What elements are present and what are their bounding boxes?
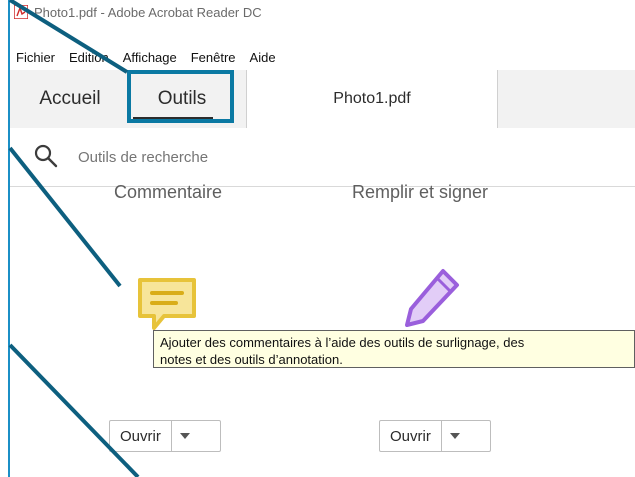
menu-item-fichier[interactable]: Fichier bbox=[16, 50, 55, 65]
tab-document[interactable]: Photo1.pdf bbox=[246, 70, 498, 128]
acrobat-window: Photo1.pdf - Adobe Acrobat Reader DC Fic… bbox=[0, 0, 635, 477]
menu-bar: Fichier Edition Affichage Fenêtre Aide bbox=[10, 44, 635, 70]
chevron-down-icon[interactable] bbox=[440, 421, 468, 451]
menu-item-aide[interactable]: Aide bbox=[250, 50, 276, 65]
comment-tooltip: Ajouter des commentaires à l’aide des ou… bbox=[153, 330, 635, 368]
open-button-label[interactable]: Ouvrir bbox=[110, 421, 171, 451]
chevron-down-icon[interactable] bbox=[170, 421, 198, 451]
acrobat-app-icon bbox=[14, 5, 28, 19]
search-icon bbox=[34, 144, 58, 168]
tab-accueil[interactable]: Accueil bbox=[20, 70, 120, 128]
title-bar: Photo1.pdf - Adobe Acrobat Reader DC bbox=[10, 0, 635, 24]
tool-commentaire-label: Commentaire bbox=[113, 182, 223, 202]
commentaire-open-button[interactable]: Ouvrir bbox=[109, 420, 221, 452]
search-tools-input[interactable] bbox=[76, 144, 600, 170]
fill-sign-pen-icon[interactable] bbox=[395, 265, 470, 335]
menu-item-edition[interactable]: Edition bbox=[69, 50, 109, 65]
outils-tab-highlight-box bbox=[127, 70, 234, 123]
tool-remplir-signer-label: Remplir et signer bbox=[351, 182, 489, 202]
search-bar bbox=[10, 128, 635, 187]
tooltip-line-1: Ajouter des commentaires à l’aide des ou… bbox=[160, 335, 525, 350]
menu-item-fenetre[interactable]: Fenêtre bbox=[191, 50, 236, 65]
tab-bar: Accueil Outils Photo1.pdf bbox=[10, 70, 635, 129]
comment-icon[interactable] bbox=[136, 276, 198, 334]
menu-item-affichage[interactable]: Affichage bbox=[123, 50, 177, 65]
callout-line-button bbox=[8, 343, 140, 477]
window-title: Photo1.pdf - Adobe Acrobat Reader DC bbox=[34, 4, 262, 20]
remplir-open-button[interactable]: Ouvrir bbox=[379, 420, 491, 452]
tooltip-line-2: notes et des outils d’annotation. bbox=[160, 352, 343, 367]
open-button-label[interactable]: Ouvrir bbox=[380, 421, 441, 451]
